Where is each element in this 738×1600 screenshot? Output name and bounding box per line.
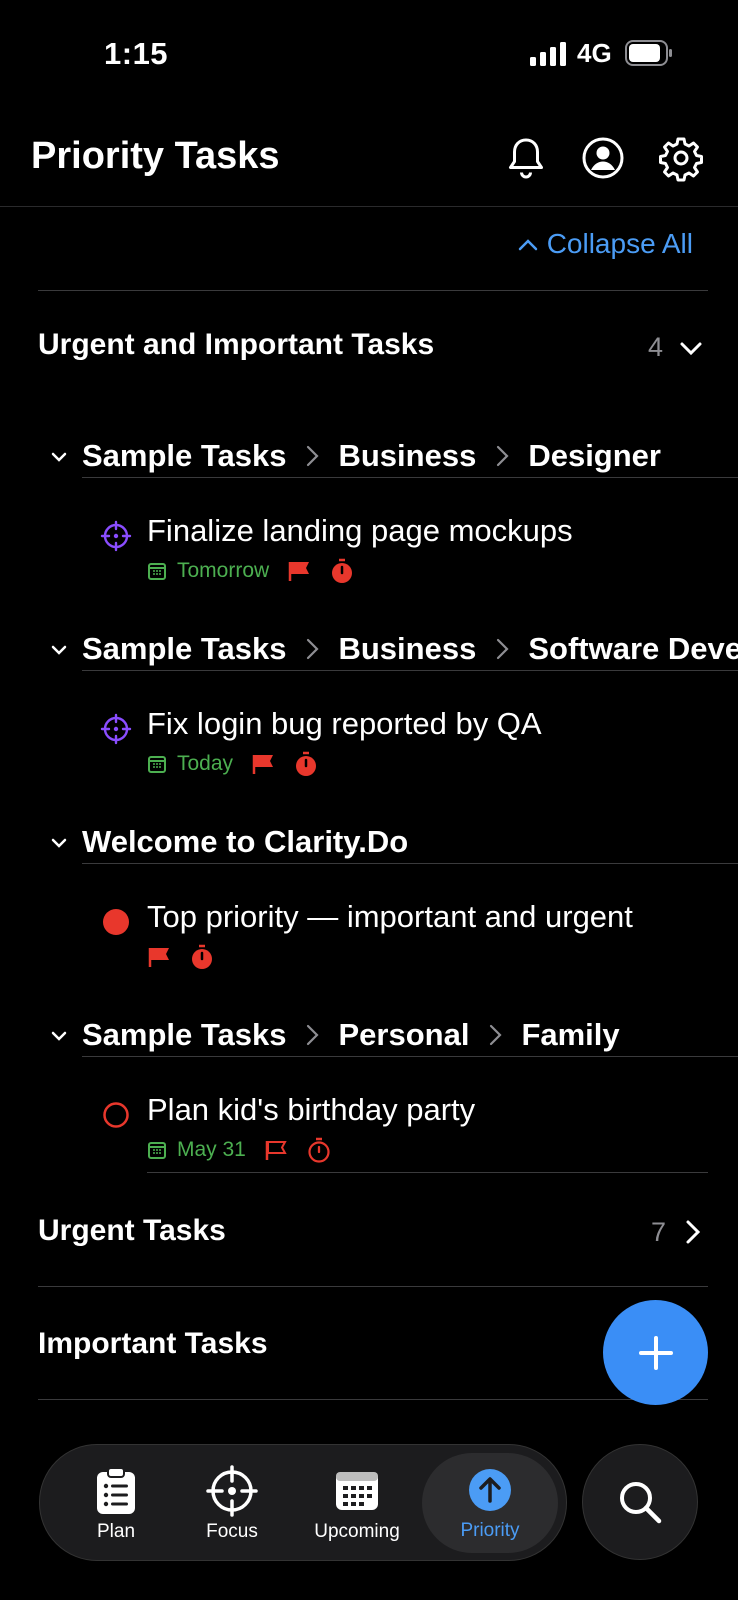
section-title: Urgent Tasks bbox=[38, 1214, 226, 1247]
divider bbox=[38, 1399, 708, 1400]
tab-plan[interactable]: Plan bbox=[60, 1445, 172, 1562]
task-title: Top priority — important and urgent bbox=[147, 899, 633, 934]
divider bbox=[82, 1056, 738, 1057]
chevron-right-icon bbox=[307, 1024, 320, 1046]
calendar-icon bbox=[148, 563, 166, 580]
add-task-button[interactable] bbox=[603, 1300, 708, 1405]
collapse-all-label: Collapse All bbox=[546, 228, 693, 259]
section-count: 4 bbox=[648, 332, 664, 362]
breadcrumb-item: Sample Tasks bbox=[82, 438, 287, 473]
chevron-right-icon bbox=[686, 1220, 701, 1244]
task-title: Fix login bug reported by QA bbox=[147, 706, 542, 741]
section-title: Urgent and Important Tasks bbox=[38, 328, 435, 361]
header: Priority Tasks bbox=[0, 110, 738, 207]
section-count: 7 bbox=[651, 1217, 667, 1247]
collapse-all-button[interactable]: Collapse All bbox=[517, 228, 693, 260]
task-meta: Today bbox=[147, 750, 319, 778]
tab-priority[interactable]: Priority bbox=[422, 1453, 558, 1553]
due-date: May 31 bbox=[177, 1138, 246, 1161]
tab-bar: Plan Focus Upcoming Priority bbox=[39, 1444, 567, 1561]
breadcrumb-item: Welcome to Clarity.Do bbox=[82, 824, 409, 859]
breadcrumb-item: Designer bbox=[528, 438, 661, 473]
account-icon[interactable] bbox=[579, 134, 627, 182]
arrow-up-circle-icon bbox=[469, 1469, 511, 1511]
group-breadcrumb[interactable]: Sample Tasks Business Software Deve bbox=[50, 629, 738, 669]
chevron-up-icon bbox=[518, 239, 537, 251]
tab-upcoming[interactable]: Upcoming bbox=[292, 1445, 422, 1562]
timer-icon bbox=[296, 751, 317, 776]
chevron-down-icon bbox=[680, 342, 702, 356]
search-button[interactable] bbox=[582, 1444, 698, 1560]
tab-label: Priority bbox=[460, 1520, 520, 1541]
breadcrumb-item: Personal bbox=[338, 1017, 470, 1052]
plus-icon bbox=[638, 1335, 673, 1370]
breadcrumb-item: Software Deve bbox=[528, 631, 738, 666]
task-meta: May 31 bbox=[147, 1136, 332, 1164]
flag-icon bbox=[252, 755, 274, 774]
breadcrumb-item: Business bbox=[338, 438, 477, 473]
focus-target-icon[interactable] bbox=[100, 520, 132, 552]
filled-circle-icon[interactable] bbox=[100, 906, 132, 938]
section-title: Important Tasks bbox=[38, 1327, 268, 1360]
timer-outline-icon bbox=[308, 1137, 330, 1163]
chevron-down-icon bbox=[51, 1031, 67, 1041]
bell-icon[interactable] bbox=[502, 134, 550, 182]
page-title: Priority Tasks bbox=[31, 135, 280, 177]
calendar-icon bbox=[148, 756, 166, 773]
tab-label: Upcoming bbox=[314, 1520, 400, 1542]
divider bbox=[82, 670, 738, 671]
chevron-right-icon bbox=[307, 638, 320, 660]
flag-icon bbox=[148, 948, 169, 967]
network-type: 4G bbox=[577, 38, 612, 68]
signal-icon bbox=[530, 42, 566, 66]
task-title: Finalize landing page mockups bbox=[147, 513, 573, 548]
task-meta: Tomorrow bbox=[147, 557, 355, 585]
due-date: Today bbox=[177, 752, 234, 775]
flag-outline-icon bbox=[265, 1141, 287, 1160]
chevron-right-icon bbox=[497, 445, 509, 467]
breadcrumb-item: Sample Tasks bbox=[82, 631, 287, 666]
calendar-icon bbox=[148, 1142, 166, 1159]
search-icon bbox=[620, 1482, 662, 1524]
crosshair-icon bbox=[206, 1464, 258, 1517]
tab-focus[interactable]: Focus bbox=[176, 1445, 288, 1562]
chevron-right-icon bbox=[497, 638, 509, 660]
status-bar: 1:15 4G bbox=[0, 0, 738, 110]
status-time: 1:15 bbox=[104, 36, 169, 71]
chevron-right-icon bbox=[307, 445, 320, 467]
focus-target-icon[interactable] bbox=[100, 713, 132, 745]
battery-icon bbox=[625, 40, 672, 66]
timer-icon bbox=[332, 558, 353, 583]
clipboard-list-icon bbox=[97, 1466, 135, 1514]
breadcrumb-item: Family bbox=[521, 1017, 620, 1052]
breadcrumb-item: Business bbox=[338, 631, 477, 666]
due-date: Tomorrow bbox=[177, 559, 270, 582]
group-breadcrumb[interactable]: Sample Tasks Personal Family bbox=[50, 1015, 620, 1055]
flag-icon bbox=[288, 562, 310, 581]
chevron-right-icon bbox=[490, 1024, 502, 1046]
calendar-icon bbox=[336, 1471, 378, 1510]
divider bbox=[38, 290, 708, 291]
timer-icon bbox=[192, 944, 212, 969]
tab-label: Plan bbox=[96, 1520, 136, 1542]
divider bbox=[38, 1286, 708, 1287]
empty-circle-icon[interactable] bbox=[100, 1099, 132, 1131]
gear-icon[interactable] bbox=[657, 134, 705, 182]
breadcrumb-item: Sample Tasks bbox=[82, 1017, 287, 1052]
chevron-down-icon bbox=[51, 452, 67, 462]
group-breadcrumb[interactable]: Sample Tasks Business Designer bbox=[50, 436, 661, 476]
group-breadcrumb[interactable]: Welcome to Clarity.Do bbox=[50, 822, 408, 862]
chevron-down-icon bbox=[51, 838, 67, 848]
task-meta bbox=[147, 943, 215, 971]
divider bbox=[82, 477, 738, 478]
tab-label: Focus bbox=[206, 1520, 258, 1542]
chevron-down-icon bbox=[51, 645, 67, 655]
divider bbox=[82, 863, 738, 864]
task-title: Plan kid's birthday party bbox=[147, 1092, 476, 1127]
divider bbox=[147, 1172, 708, 1173]
